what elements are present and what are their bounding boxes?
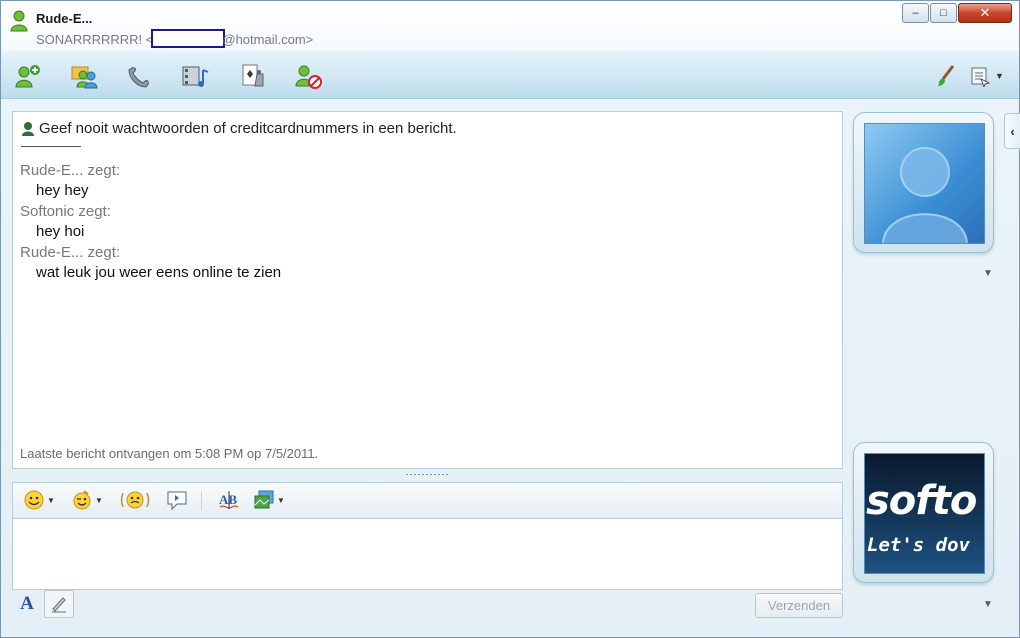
video-icon[interactable]: [181, 62, 211, 90]
chevron-down-icon[interactable]: ▼: [983, 599, 993, 610]
spellcheck-icon: AB: [219, 491, 239, 509]
paintbrush-icon[interactable]: [935, 64, 957, 88]
conversation-history[interactable]: Geef nooit wachtwoorden of creditcardnum…: [12, 111, 843, 469]
default-user-avatar: [864, 123, 985, 244]
warning-person-icon: [22, 122, 34, 136]
contact-name: Rude-E...: [36, 11, 93, 26]
emoticon-menu[interactable]: ▼: [23, 489, 55, 511]
wink-menu[interactable]: ▼: [71, 489, 103, 511]
background-icon: [254, 490, 274, 509]
contact-email-suffix: @hotmail.com>: [222, 32, 314, 47]
security-warning: Geef nooit wachtwoorden of creditcardnum…: [21, 120, 457, 137]
minimize-button[interactable]: –: [902, 3, 929, 23]
nudge-icon: [120, 491, 150, 509]
call-icon[interactable]: [125, 62, 155, 90]
menu-icon[interactable]: ▼: [969, 64, 1004, 88]
collapse-pane-button[interactable]: ‹: [1004, 113, 1020, 149]
warning-text: Geef nooit wachtwoorden of creditcardnum…: [39, 120, 457, 137]
handwriting-button[interactable]: [44, 590, 74, 618]
divider: [21, 146, 81, 147]
message-text: hey hey: [36, 182, 89, 199]
redacted-email-box: [151, 29, 226, 48]
message-sender: Rude-E... zegt:: [20, 244, 121, 261]
invite-contact-icon[interactable]: [13, 62, 43, 90]
message-text: wat leuk jou weer eens online te zien: [36, 264, 282, 281]
close-button[interactable]: ✕: [958, 3, 1012, 23]
main-toolbar: ▼: [1, 51, 1019, 99]
chat-window: Rude-E... SONARRRRRRR! < @hotmail.com> – …: [0, 0, 1020, 638]
chevron-down-icon: ▼: [995, 71, 1004, 81]
show-menu-icon: [971, 67, 991, 87]
window-controls: – □ ✕: [901, 3, 1012, 23]
message-text: hey hoi: [36, 223, 85, 240]
bottom-bar: A Verzenden: [12, 590, 843, 620]
chevron-left-icon: ‹: [1010, 123, 1015, 139]
chevron-down-icon: ▼: [47, 495, 55, 505]
message-sender: Softonic zegt:: [20, 203, 111, 220]
chevron-down-icon[interactable]: ▼: [983, 268, 993, 279]
background-menu[interactable]: ▼: [253, 489, 285, 511]
input-toolbar: ▼ ▼ AB ▼: [12, 482, 843, 518]
own-display-picture[interactable]: softo Let's dov: [853, 442, 994, 583]
softonic-logo-picture: softo Let's dov: [864, 453, 985, 574]
voice-clip-button[interactable]: [165, 489, 189, 511]
message-list: Rude-E... zegt: hey hey Softonic zegt: h…: [20, 160, 281, 283]
contact-status-line: SONARRRRRRR! <: [36, 32, 154, 47]
send-button[interactable]: Verzenden: [755, 593, 843, 618]
message-input[interactable]: [12, 518, 843, 590]
wink-icon: [73, 490, 91, 510]
spellcheck-button[interactable]: AB: [217, 489, 241, 511]
contact-status-icon: [10, 10, 28, 32]
games-icon[interactable]: [239, 62, 269, 90]
pencil-icon: [52, 597, 66, 613]
share-files-icon[interactable]: [69, 62, 99, 90]
message-sender: Rude-E... zegt:: [20, 162, 121, 179]
contact-personal-message: SONARRRRRRR! < @hotmail.com>: [36, 29, 313, 48]
nudge-button[interactable]: [119, 489, 151, 511]
svg-text:AB: AB: [219, 492, 237, 507]
logo-tagline: Let's dov: [867, 534, 970, 556]
chevron-down-icon: ▼: [277, 495, 285, 505]
contact-display-picture[interactable]: [853, 112, 994, 253]
emoticon-icon: [24, 490, 44, 510]
toolbar-separator: [201, 492, 202, 510]
avatar-silhouette-icon: [882, 147, 968, 243]
font-icon: A: [20, 593, 34, 614]
title-bar: Rude-E... SONARRRRRRR! < @hotmail.com> – …: [1, 1, 1019, 51]
logo-text: softo: [866, 478, 977, 524]
chevron-down-icon: ▼: [95, 495, 103, 505]
font-button[interactable]: A: [12, 590, 42, 618]
block-contact-icon[interactable]: [293, 62, 323, 90]
voice-clip-icon: [167, 491, 187, 511]
pane-splitter-handle[interactable]: [405, 473, 449, 476]
maximize-button[interactable]: □: [930, 3, 957, 23]
last-message-timestamp: Laatste bericht ontvangen om 5:08 PM op …: [20, 446, 319, 461]
